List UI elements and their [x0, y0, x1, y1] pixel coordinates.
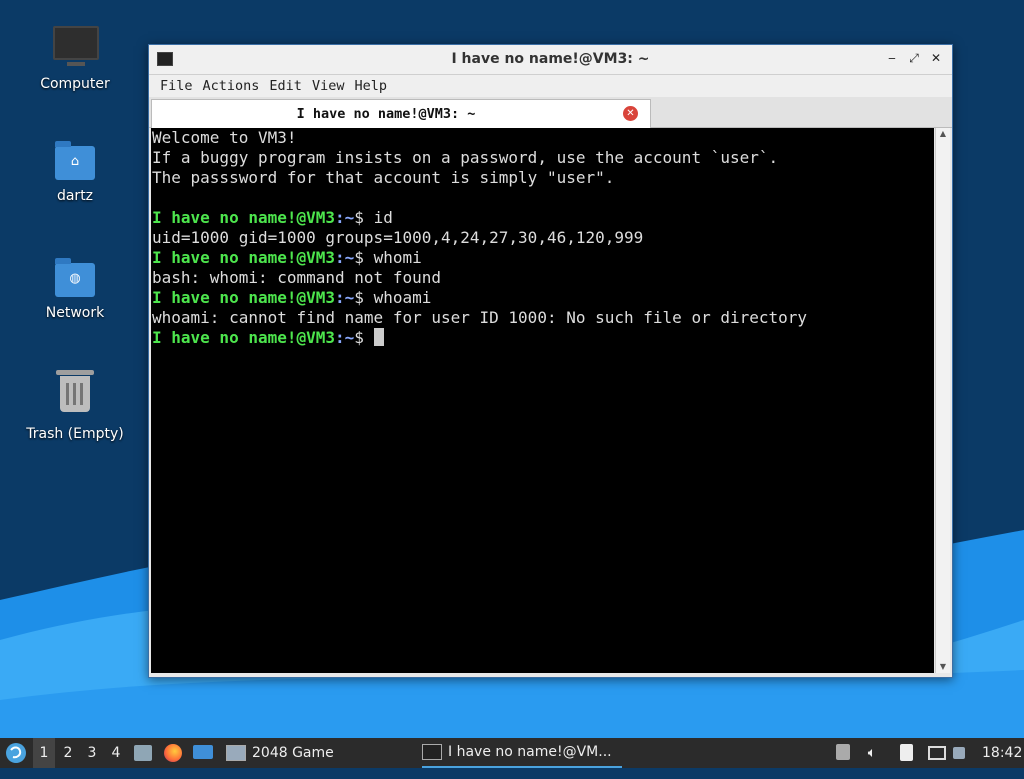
- output-line: uid=1000 gid=1000 groups=1000,4,24,27,30…: [152, 228, 644, 247]
- command-text: whoami: [373, 288, 432, 307]
- network-status-icon[interactable]: [928, 744, 946, 762]
- distro-logo-icon: [6, 743, 26, 763]
- prompt-line: I have no name!@VM3:~$ id: [151, 208, 934, 228]
- tab-title: I have no name!@VM3: ~: [296, 106, 476, 122]
- window-titlebar[interactable]: I have no name!@VM3: ~ ‒ ⤢ ✕: [149, 45, 952, 75]
- file-manager-launcher[interactable]: [134, 744, 154, 762]
- prompt-line: I have no name!@VM3:~$ whomi: [151, 248, 934, 268]
- prompt-cwd: :~: [335, 248, 355, 267]
- volume-icon[interactable]: 🔈︎: [862, 738, 882, 768]
- home-folder-icon: ⌂: [53, 138, 97, 182]
- network-folder-icon: ◍: [53, 255, 97, 299]
- prompt-symbol: $: [354, 288, 374, 307]
- tab-bar: I have no name!@VM3: ~ ✕: [149, 97, 952, 129]
- terminal-output[interactable]: Welcome to VM3! If a buggy program insis…: [151, 128, 934, 673]
- prompt-line: I have no name!@VM3:~$ whoami: [151, 288, 934, 308]
- output-line: bash: whomi: command not found: [152, 268, 441, 287]
- taskbar-app-2048[interactable]: 2048 Game: [226, 738, 416, 768]
- clipboard-icon[interactable]: [900, 744, 918, 762]
- terminal-scrollbar[interactable]: ▲ ▼: [935, 128, 950, 673]
- prompt-line: I have no name!@VM3:~$: [151, 328, 934, 348]
- prompt-user: I have no name!@VM3: [152, 248, 336, 267]
- menu-actions[interactable]: Actions: [198, 75, 265, 97]
- text-cursor: [373, 328, 384, 346]
- firefox-icon: [164, 744, 182, 762]
- workspace-4[interactable]: 4: [105, 738, 127, 768]
- prompt-cwd: :~: [335, 288, 355, 307]
- taskbar-app-terminal[interactable]: I have no name!@VM...: [422, 738, 622, 768]
- prompt-cwd: :~: [335, 208, 355, 227]
- desktop-icon-trash[interactable]: Trash (Empty): [20, 370, 130, 442]
- desktop-icon-label: Computer: [40, 76, 110, 92]
- scroll-up-icon[interactable]: ▲: [936, 128, 950, 140]
- prompt-symbol: $: [354, 208, 374, 227]
- workspace-1[interactable]: 1: [33, 738, 55, 768]
- firefox-launcher[interactable]: [164, 744, 184, 762]
- desktop-icon-home-folder[interactable]: ⌂ dartz: [20, 138, 130, 204]
- prompt-user: I have no name!@VM3: [152, 288, 336, 307]
- trash-icon: [53, 370, 97, 420]
- prompt-symbol: $: [354, 328, 374, 347]
- motd-line: The passsword for that account is simply…: [152, 168, 615, 187]
- tab-close-icon[interactable]: ✕: [623, 106, 638, 121]
- motd-line: Welcome to VM3!: [152, 128, 297, 147]
- terminal-tab[interactable]: I have no name!@VM3: ~ ✕: [151, 99, 651, 129]
- desktop-icon-label: dartz: [56, 188, 94, 204]
- window-icon: [226, 745, 246, 761]
- menubar: File Actions Edit View Help: [149, 75, 952, 97]
- desktop-icon-network[interactable]: ◍ Network: [20, 255, 130, 321]
- menu-edit[interactable]: Edit: [264, 75, 307, 97]
- scroll-down-icon[interactable]: ▼: [936, 661, 950, 673]
- prompt-user: I have no name!@VM3: [152, 328, 336, 347]
- prompt-user: I have no name!@VM3: [152, 208, 336, 227]
- command-text: id: [373, 208, 393, 227]
- minimize-icon[interactable]: ‒: [884, 50, 900, 66]
- workspace-3[interactable]: 3: [81, 738, 103, 768]
- terminal-window[interactable]: I have no name!@VM3: ~ ‒ ⤢ ✕ File Action…: [148, 44, 953, 678]
- prompt-cwd: :~: [335, 328, 355, 347]
- desktop-icon-computer[interactable]: Computer: [20, 22, 130, 92]
- clock[interactable]: 18:42: [982, 738, 1022, 768]
- taskbar-app-label: I have no name!@VM...: [448, 744, 612, 760]
- output-line: whoami: cannot find name for user ID 100…: [152, 308, 808, 327]
- maximize-icon[interactable]: ⤢: [906, 50, 922, 66]
- close-icon[interactable]: ✕: [928, 50, 944, 66]
- desktop-icon-label: Trash (Empty): [26, 426, 124, 442]
- taskbar-app-label: 2048 Game: [252, 745, 334, 761]
- menu-help[interactable]: Help: [349, 75, 392, 97]
- terminal-icon: [422, 744, 442, 760]
- command-text: whomi: [373, 248, 422, 267]
- desktop-launcher[interactable]: [193, 745, 215, 761]
- menu-file[interactable]: File: [155, 75, 198, 97]
- file-manager-icon: [134, 745, 152, 761]
- prompt-symbol: $: [354, 248, 374, 267]
- desktop-icon-label: Network: [45, 305, 105, 321]
- show-desktop-icon: [193, 745, 213, 759]
- notifications-icon[interactable]: [953, 744, 971, 762]
- motd-line: If a buggy program insists on a password…: [152, 148, 779, 167]
- computer-icon: [53, 26, 99, 70]
- taskbar: 1 2 3 4 2048 Game I have no name!@VM... …: [0, 738, 1024, 768]
- workspace-2[interactable]: 2: [57, 738, 79, 768]
- window-title: I have no name!@VM3: ~: [451, 51, 650, 67]
- start-menu-button[interactable]: [4, 738, 30, 768]
- tray-updates-icon[interactable]: [836, 744, 854, 762]
- menu-view[interactable]: View: [307, 75, 350, 97]
